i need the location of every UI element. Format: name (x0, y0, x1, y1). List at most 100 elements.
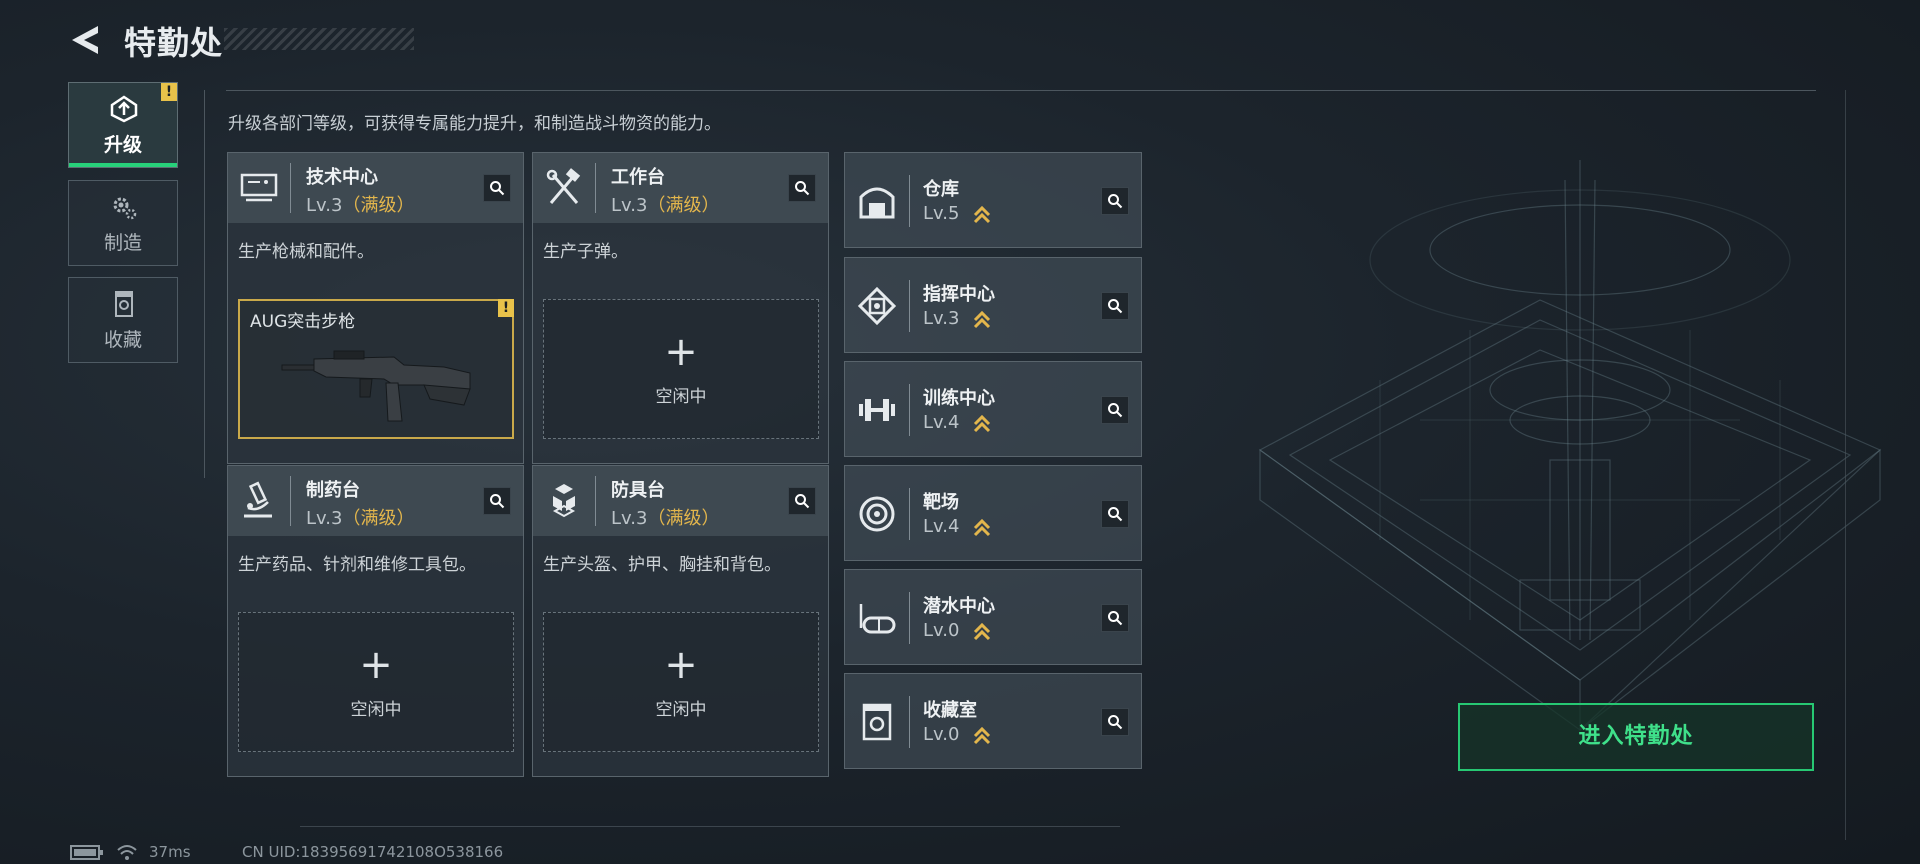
facility-card-collection-room[interactable]: 收藏室 Lv.0 (844, 673, 1142, 769)
nav-tab-collection[interactable]: 收藏 (68, 277, 178, 363)
search-icon (490, 181, 505, 196)
facility-name: 收藏室 (923, 700, 977, 721)
facility-card-shooting-range[interactable]: 靶场 Lv.4 (844, 465, 1142, 561)
command-icon (857, 286, 897, 326)
production-slot[interactable]: AUG突击步枪 ! (238, 299, 514, 439)
goggles-icon (859, 604, 896, 634)
microscope-icon (244, 481, 272, 518)
enter-special-ops-button[interactable]: 进入特勤处 (1458, 703, 1814, 771)
department-card-armor[interactable]: 防具台 Lv.3（满级） 生产头盔、护甲、胸挂和背包。 + 空闲中 (532, 465, 829, 777)
upgrade-chevron-icon (973, 518, 991, 537)
facility-card-command-center[interactable]: 指挥中心 Lv.3 (844, 257, 1142, 353)
nav-tab-craft[interactable]: 制造 (68, 180, 178, 266)
bottom-frame-line (300, 826, 1120, 827)
upgrade-chevron-icon (973, 622, 991, 641)
ping-readout: 37ms (149, 843, 191, 861)
search-icon (1108, 194, 1123, 209)
max-level-tag: （满级） (342, 195, 415, 216)
search-button[interactable] (1101, 187, 1129, 215)
search-icon (795, 181, 810, 196)
nav-tab-label: 制造 (103, 232, 142, 254)
department-description: 生产头盔、护甲、胸挂和背包。 (543, 555, 781, 575)
facility-name: 潜水中心 (923, 596, 995, 617)
level-value: Lv.3 (611, 508, 648, 529)
slot-warning-badge: ! (498, 299, 514, 317)
nav-tab-label: 升级 (103, 134, 142, 156)
search-icon (1108, 611, 1123, 626)
upgrade-icon (110, 95, 138, 123)
department-name: 制药台 (306, 480, 360, 501)
page-title: 特勤处 (124, 24, 224, 62)
search-button[interactable] (1101, 292, 1129, 320)
department-description: 生产枪械和配件。 (238, 242, 374, 262)
facility-card-training-center[interactable]: 训练中心 Lv.4 (844, 361, 1142, 457)
slot-idle-label: 空闲中 (655, 700, 707, 720)
facility-level: Lv.0 (923, 724, 960, 745)
slot-item-name: AUG突击步枪 (250, 312, 356, 332)
title-decoration (224, 28, 414, 50)
department-name: 技术中心 (306, 167, 378, 188)
facility-card-diving-center[interactable]: 潜水中心 Lv.0 (844, 569, 1142, 665)
armor-icon (552, 484, 576, 518)
search-button[interactable] (483, 174, 511, 202)
search-icon (1108, 715, 1123, 730)
search-button[interactable] (1101, 396, 1129, 424)
search-button[interactable] (788, 487, 816, 515)
trophy-icon (115, 291, 133, 317)
search-button[interactable] (1101, 604, 1129, 632)
facility-name: 指挥中心 (923, 284, 995, 305)
production-slot[interactable]: + 空闲中 (543, 299, 819, 439)
search-button[interactable] (788, 174, 816, 202)
facility-level: Lv.5 (923, 203, 960, 224)
search-icon (490, 494, 505, 509)
max-level-tag: （满级） (342, 508, 415, 529)
department-card-tech-center[interactable]: 技术中心 Lv.3（满级） 生产枪械和配件。 AUG突击步枪 ! (227, 152, 524, 464)
warehouse-icon (859, 187, 895, 219)
card-separator (290, 476, 291, 526)
search-button[interactable] (1101, 500, 1129, 528)
department-name: 防具台 (611, 480, 665, 501)
battery-icon (70, 845, 103, 860)
level-value: Lv.3 (611, 195, 648, 216)
production-slot[interactable]: + 空闲中 (543, 612, 819, 752)
search-button[interactable] (1101, 708, 1129, 736)
add-icon: + (664, 329, 698, 375)
upgrade-chevron-icon (973, 205, 991, 224)
card-separator (595, 163, 596, 213)
department-level: Lv.3（满级） (306, 504, 414, 530)
card-separator (909, 592, 910, 644)
upgrade-chevron-icon (973, 310, 991, 329)
department-level: Lv.3（满级） (611, 504, 719, 530)
production-slot[interactable]: + 空闲中 (238, 612, 514, 752)
nav-tab-label: 收藏 (103, 329, 142, 351)
card-separator (909, 280, 910, 332)
card-separator (909, 175, 910, 227)
search-icon (1108, 403, 1123, 418)
wifi-icon (117, 845, 137, 860)
max-level-tag: （满级） (647, 195, 720, 216)
facility-level: Lv.4 (923, 516, 960, 537)
facility-level: Lv.4 (923, 412, 960, 433)
add-icon: + (359, 642, 393, 688)
department-card-pharmacy[interactable]: 制药台 Lv.3（满级） 生产药品、针剂和维修工具包。 + 空闲中 (227, 465, 524, 777)
left-frame-line (204, 90, 205, 478)
user-uid: CN UID:18395691742108O538166 (242, 843, 504, 861)
department-description: 生产药品、针剂和维修工具包。 (238, 555, 476, 575)
target-icon (859, 496, 895, 532)
department-card-workbench[interactable]: 工作台 Lv.3（满级） 生产子弹。 + 空闲中 (532, 152, 829, 464)
upgrade-chevron-icon (973, 726, 991, 745)
dumbbell-icon (859, 399, 895, 421)
nav-tab-upgrade[interactable]: ! 升级 (68, 82, 178, 168)
slot-idle-label: 空闲中 (655, 387, 707, 407)
active-tab-indicator (69, 163, 177, 167)
search-icon (1108, 507, 1123, 522)
tools-icon (546, 168, 581, 204)
search-button[interactable] (483, 487, 511, 515)
back-arrow-icon[interactable] (68, 22, 104, 58)
vault-icon (862, 703, 892, 741)
card-separator (290, 163, 291, 213)
search-icon (795, 494, 810, 509)
level-value: Lv.3 (306, 195, 343, 216)
search-icon (1108, 299, 1123, 314)
facility-card-warehouse[interactable]: 仓库 Lv.5 (844, 152, 1142, 248)
